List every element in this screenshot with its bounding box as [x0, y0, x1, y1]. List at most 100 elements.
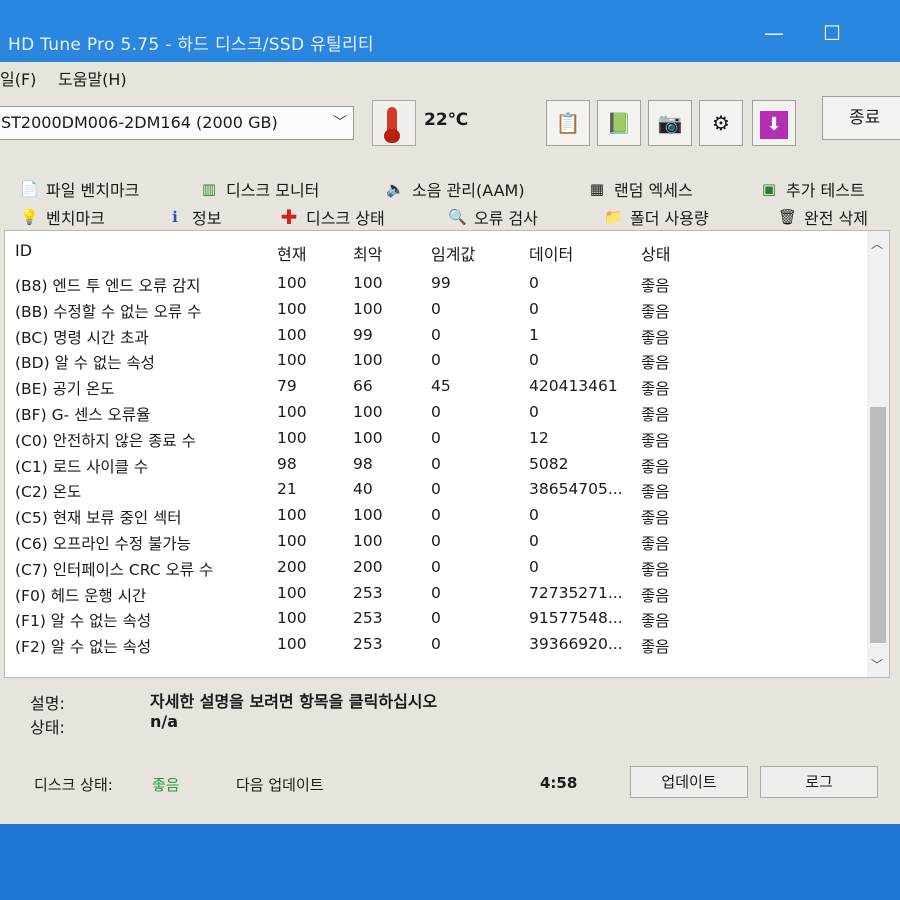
exit-button[interactable]: 종료 [822, 96, 900, 140]
cell-status: 좋음 [641, 457, 670, 476]
cell-id: (C6) 오프라인 수정 불가능 [15, 535, 191, 553]
table-row[interactable]: (C5) 현재 보류 중인 섹터 100 100 0 0 좋음 [5, 503, 865, 529]
cell-threshold: 0 [431, 609, 441, 628]
tab-folder-usage[interactable]: 📁 폴더 사용량 [604, 204, 709, 230]
column-header-data[interactable]: 데이터 [529, 241, 573, 265]
cell-status: 좋음 [641, 302, 670, 321]
table-row[interactable]: (F0) 헤드 운행 시간 100 253 0 72735271... 좋음 [5, 581, 865, 607]
tab-extra-tests[interactable]: ▣ 추가 테스트 [760, 176, 865, 202]
cell-current: 79 [277, 377, 297, 396]
tab-file-benchmark[interactable]: 📄 파일 벤치마크 [20, 176, 139, 202]
drive-select[interactable]: ST2000DM006-2DM164 (2000 GB) ﹀ [0, 106, 354, 140]
cell-id: (F0) 헤드 운행 시간 [15, 586, 147, 605]
thermometer-icon [372, 100, 416, 146]
tab-erase[interactable]: 🗑 완전 삭제 [778, 204, 868, 230]
column-header-worst[interactable]: 최악 [353, 241, 382, 265]
cell-id: (F2) 알 수 없는 속성 [15, 638, 152, 657]
copy-screen-button[interactable]: 📗 [597, 100, 641, 146]
tab-label: 파일 벤치마크 [46, 181, 140, 200]
table-row[interactable]: (BB) 수정할 수 없는 오류 수 100 100 0 0 좋음 [5, 297, 865, 323]
update-countdown: 4:58 [540, 774, 578, 792]
screenshot-button[interactable]: 📷 [648, 100, 692, 146]
table-row[interactable]: (B8) 엔드 투 엔드 오류 감지 100 100 99 0 좋음 [5, 271, 865, 297]
options-icon: ⚙ [712, 111, 730, 135]
cell-data: 0 [529, 274, 539, 292]
table-row[interactable]: (BD) 알 수 없는 속성 100 100 0 0 좋음 [5, 348, 865, 374]
cell-worst: 100 [353, 428, 383, 447]
cell-data: 39366920... [529, 635, 623, 654]
save-button[interactable]: ⬇ [752, 100, 796, 146]
tab-label: 추가 테스트 [786, 181, 865, 200]
cell-worst: 253 [353, 583, 383, 602]
table-row[interactable]: (C1) 로드 사이클 수 98 98 0 5082 좋음 [5, 452, 865, 478]
maximize-button[interactable]: ☐ [812, 18, 852, 48]
menu-help[interactable]: 도움말(H) [58, 66, 127, 90]
cell-current: 100 [277, 325, 307, 344]
table-row[interactable]: (BE) 공기 온도 79 66 45 420413461 좋음 [5, 374, 865, 400]
column-header-status[interactable]: 상태 [641, 241, 670, 265]
cell-worst: 200 [353, 557, 383, 576]
cell-id: (C5) 현재 보류 중인 섹터 [15, 509, 182, 528]
menu-file[interactable]: 일(F) [0, 66, 36, 90]
cell-current: 100 [277, 635, 307, 654]
cell-id: (BD) 알 수 없는 속성 [15, 354, 155, 373]
cell-current: 98 [277, 454, 297, 473]
tab-health[interactable]: ✚ 디스크 상태 [280, 204, 385, 230]
cell-data: 0 [529, 351, 539, 370]
options-button[interactable]: ⚙ [699, 100, 743, 146]
copy-info-icon: 📋 [555, 111, 581, 135]
tab-disk-monitor[interactable]: ▥ 디스크 모니터 [200, 176, 320, 202]
scroll-down-icon[interactable]: ﹀ [871, 656, 883, 673]
table-row[interactable]: (C2) 온도 21 40 0 38654705... 좋음 [5, 477, 865, 503]
vertical-scrollbar[interactable]: ︿ ﹀ [867, 231, 889, 677]
copy-info-button[interactable]: 📋 [546, 100, 590, 146]
cell-status: 좋음 [641, 560, 670, 579]
cell-worst: 98 [353, 454, 373, 473]
cell-current: 21 [277, 480, 297, 499]
cell-data: 91577548... [529, 609, 623, 628]
cell-current: 100 [277, 609, 307, 628]
column-header-threshold[interactable]: 임계값 [431, 241, 475, 265]
column-header-current[interactable]: 현재 [277, 241, 306, 265]
cell-threshold: 0 [431, 583, 441, 602]
cell-worst: 100 [353, 351, 383, 370]
scroll-up-icon[interactable]: ︿ [871, 235, 883, 252]
tab-aam[interactable]: 🔈 소음 관리(AAM) [386, 176, 525, 202]
table-row[interactable]: (BC) 명령 시간 초과 100 99 0 1 좋음 [5, 323, 865, 349]
table-row[interactable]: (C6) 오프라인 수정 불가능 100 100 0 0 좋음 [5, 529, 865, 555]
tab-random-access[interactable]: ▦ 랜덤 엑세스 [588, 176, 693, 202]
cell-data: 12 [529, 428, 549, 447]
cell-current: 100 [277, 428, 307, 447]
cell-worst: 66 [353, 377, 373, 396]
camera-icon: 📷 [657, 111, 683, 135]
tab-error-scan[interactable]: 🔍 오류 검사 [448, 204, 538, 230]
tab-label: 디스크 상태 [306, 209, 385, 228]
cell-data: 0 [529, 403, 539, 421]
tab-info[interactable]: ℹ 정보 [166, 204, 221, 230]
minimize-button[interactable]: — [754, 18, 794, 48]
cell-id: (BC) 명령 시간 초과 [15, 328, 149, 347]
cell-status: 좋음 [641, 586, 670, 605]
cell-worst: 100 [353, 506, 383, 525]
cell-status: 좋음 [641, 277, 670, 295]
scroll-thumb[interactable] [870, 407, 886, 643]
tab-label: 완전 삭제 [804, 209, 868, 228]
bar-chart-icon: ▥ [201, 180, 217, 198]
column-header-id[interactable]: ID [15, 241, 32, 260]
cell-worst: 99 [353, 325, 373, 344]
trash-icon: 🗑 [778, 208, 798, 226]
tab-benchmark[interactable]: 💡 벤치마크 [20, 204, 105, 230]
table-row[interactable]: (F1) 알 수 없는 속성 100 253 0 91577548... 좋음 [5, 606, 865, 632]
table-row[interactable]: (C0) 안전하지 않은 종료 수 100 100 0 12 좋음 [5, 426, 865, 452]
tab-label: 폴더 사용량 [630, 209, 709, 228]
save-icon: ⬇ [760, 111, 788, 139]
update-button[interactable]: 업데이트 [630, 766, 748, 798]
table-row[interactable]: (F2) 알 수 없는 속성 100 253 0 39366920... 좋음 [5, 632, 865, 658]
table-row[interactable]: (C7) 인터페이스 CRC 오류 수 200 200 0 0 좋음 [5, 555, 865, 581]
extra-tests-icon: ▣ [761, 180, 777, 198]
chevron-down-icon: ﹀ [333, 115, 347, 131]
cell-worst: 100 [353, 532, 383, 550]
drive-select-value: ST2000DM006-2DM164 (2000 GB) [1, 113, 278, 132]
log-button[interactable]: 로그 [760, 766, 878, 798]
table-row[interactable]: (BF) G- 센스 오류율 100 100 0 0 좋음 [5, 400, 865, 426]
